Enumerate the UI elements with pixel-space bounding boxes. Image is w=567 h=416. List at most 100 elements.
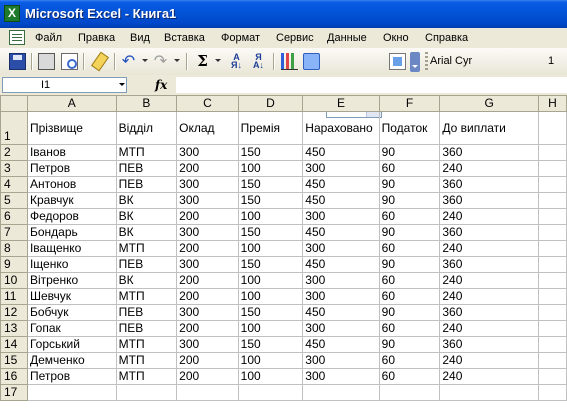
cell-H10[interactable] bbox=[537, 272, 567, 289]
menu-file[interactable]: Файл bbox=[35, 31, 62, 45]
row-header[interactable]: 11 bbox=[0, 288, 28, 305]
cell-A7[interactable]: Бондарь bbox=[26, 224, 117, 241]
cell-B10[interactable]: ВК bbox=[115, 272, 178, 289]
cell-F14[interactable]: 90 bbox=[378, 336, 441, 353]
cell-D3[interactable]: 100 bbox=[237, 160, 304, 177]
cell-H7[interactable] bbox=[537, 224, 567, 241]
row-header[interactable]: 9 bbox=[0, 256, 28, 273]
cell-A11[interactable]: Шевчук bbox=[26, 288, 117, 305]
row-header[interactable]: 7 bbox=[0, 224, 28, 241]
print-preview-icon[interactable] bbox=[61, 53, 78, 70]
row-header[interactable]: 15 bbox=[0, 352, 28, 369]
cell-B14[interactable]: МТП bbox=[115, 336, 178, 353]
cell-A16[interactable]: Петров bbox=[26, 368, 117, 385]
cell-B17[interactable] bbox=[115, 384, 178, 401]
cell-G12[interactable]: 360 bbox=[439, 304, 539, 321]
cell-H5[interactable] bbox=[537, 192, 567, 209]
cell-A13[interactable]: Гопак bbox=[26, 320, 117, 337]
cell-C8[interactable]: 200 bbox=[176, 240, 239, 257]
menu-format[interactable]: Формат bbox=[221, 31, 260, 45]
cell-F11[interactable]: 60 bbox=[378, 288, 441, 305]
row-header[interactable]: 13 bbox=[0, 320, 28, 337]
cell-H13[interactable] bbox=[537, 320, 567, 337]
cell-D12[interactable]: 150 bbox=[237, 304, 304, 321]
cell-E13[interactable]: 300 bbox=[302, 320, 380, 337]
cell-G9[interactable]: 360 bbox=[439, 256, 539, 273]
row-header[interactable]: 3 bbox=[0, 160, 28, 177]
cell-G10[interactable]: 240 bbox=[439, 272, 539, 289]
cell-H16[interactable] bbox=[537, 368, 567, 385]
sort-ascending-icon[interactable]: А Я↓ bbox=[228, 53, 245, 70]
cell-B1[interactable]: Відділ bbox=[115, 111, 178, 145]
cell-F12[interactable]: 90 bbox=[378, 304, 441, 321]
cell-H3[interactable] bbox=[537, 160, 567, 177]
cell-D4[interactable]: 150 bbox=[237, 176, 304, 193]
cell-G4[interactable]: 360 bbox=[439, 176, 539, 193]
drawing-icon[interactable] bbox=[303, 53, 320, 70]
row-header[interactable]: 5 bbox=[0, 192, 28, 209]
cell-E15[interactable]: 300 bbox=[302, 352, 380, 369]
cell-H1[interactable] bbox=[537, 111, 567, 145]
cell-A2[interactable]: Іванов bbox=[26, 144, 117, 161]
column-header[interactable]: A bbox=[26, 95, 117, 112]
cell-C3[interactable]: 200 bbox=[176, 160, 239, 177]
font-size-select[interactable]: 1 bbox=[548, 52, 554, 70]
cell-F13[interactable]: 60 bbox=[378, 320, 441, 337]
cell-A14[interactable]: Горський bbox=[26, 336, 117, 353]
column-header[interactable]: F bbox=[378, 95, 441, 112]
row-header[interactable]: 12 bbox=[0, 304, 28, 321]
menu-edit[interactable]: Правка bbox=[78, 31, 115, 45]
cell-E14[interactable]: 450 bbox=[302, 336, 380, 353]
cell-B12[interactable]: ПЕВ bbox=[115, 304, 178, 321]
cell-D6[interactable]: 100 bbox=[237, 208, 304, 225]
menu-tools[interactable]: Сервис bbox=[276, 31, 314, 45]
cell-D7[interactable]: 150 bbox=[237, 224, 304, 241]
cell-B13[interactable]: ПЕВ bbox=[115, 320, 178, 337]
row-header[interactable]: 16 bbox=[0, 368, 28, 385]
column-header[interactable]: D bbox=[237, 95, 304, 112]
cell-H11[interactable] bbox=[537, 288, 567, 305]
insert-function-icon[interactable]: fx bbox=[155, 78, 167, 92]
cell-B2[interactable]: МТП bbox=[115, 144, 178, 161]
cell-A1[interactable]: Прізвище bbox=[26, 111, 117, 145]
cell-G11[interactable]: 240 bbox=[439, 288, 539, 305]
cell-A4[interactable]: Антонов bbox=[26, 176, 117, 193]
column-header[interactable]: C bbox=[176, 95, 239, 112]
cell-G14[interactable]: 360 bbox=[439, 336, 539, 353]
cell-G17[interactable] bbox=[439, 384, 539, 401]
cell-G2[interactable]: 360 bbox=[439, 144, 539, 161]
save-icon[interactable] bbox=[9, 53, 26, 70]
cell-G6[interactable]: 240 bbox=[439, 208, 539, 225]
cell-E10[interactable]: 300 bbox=[302, 272, 380, 289]
cell-E11[interactable]: 300 bbox=[302, 288, 380, 305]
select-all-corner[interactable] bbox=[0, 95, 28, 112]
cell-F1[interactable]: Податок bbox=[378, 111, 441, 145]
row-header[interactable]: 4 bbox=[0, 176, 28, 193]
cell-F16[interactable]: 60 bbox=[378, 368, 441, 385]
cell-E6[interactable]: 300 bbox=[302, 208, 380, 225]
cell-C7[interactable]: 300 bbox=[176, 224, 239, 241]
print-icon[interactable] bbox=[38, 53, 55, 70]
menu-help[interactable]: Справка bbox=[425, 31, 468, 45]
row-header[interactable]: 8 bbox=[0, 240, 28, 257]
cell-D8[interactable]: 100 bbox=[237, 240, 304, 257]
row-header[interactable]: 17 bbox=[0, 384, 28, 401]
cell-B7[interactable]: ВК bbox=[115, 224, 178, 241]
cell-D2[interactable]: 150 bbox=[237, 144, 304, 161]
cell-F15[interactable]: 60 bbox=[378, 352, 441, 369]
cell-G8[interactable]: 240 bbox=[439, 240, 539, 257]
row-header[interactable]: 10 bbox=[0, 272, 28, 289]
cell-E17[interactable] bbox=[302, 384, 380, 401]
cell-A12[interactable]: Бобчук bbox=[26, 304, 117, 321]
cell-G16[interactable]: 240 bbox=[439, 368, 539, 385]
cell-G13[interactable]: 240 bbox=[439, 320, 539, 337]
cell-H4[interactable] bbox=[537, 176, 567, 193]
name-box[interactable]: I1 bbox=[2, 77, 127, 93]
cell-D1[interactable]: Премія bbox=[237, 111, 304, 145]
cell-F6[interactable]: 60 bbox=[378, 208, 441, 225]
font-name-select[interactable]: Arial Cyr bbox=[430, 52, 550, 70]
cell-H9[interactable] bbox=[537, 256, 567, 273]
cell-B15[interactable]: МТП bbox=[115, 352, 178, 369]
column-header[interactable]: H bbox=[537, 95, 567, 112]
row-header[interactable]: 6 bbox=[0, 208, 28, 225]
